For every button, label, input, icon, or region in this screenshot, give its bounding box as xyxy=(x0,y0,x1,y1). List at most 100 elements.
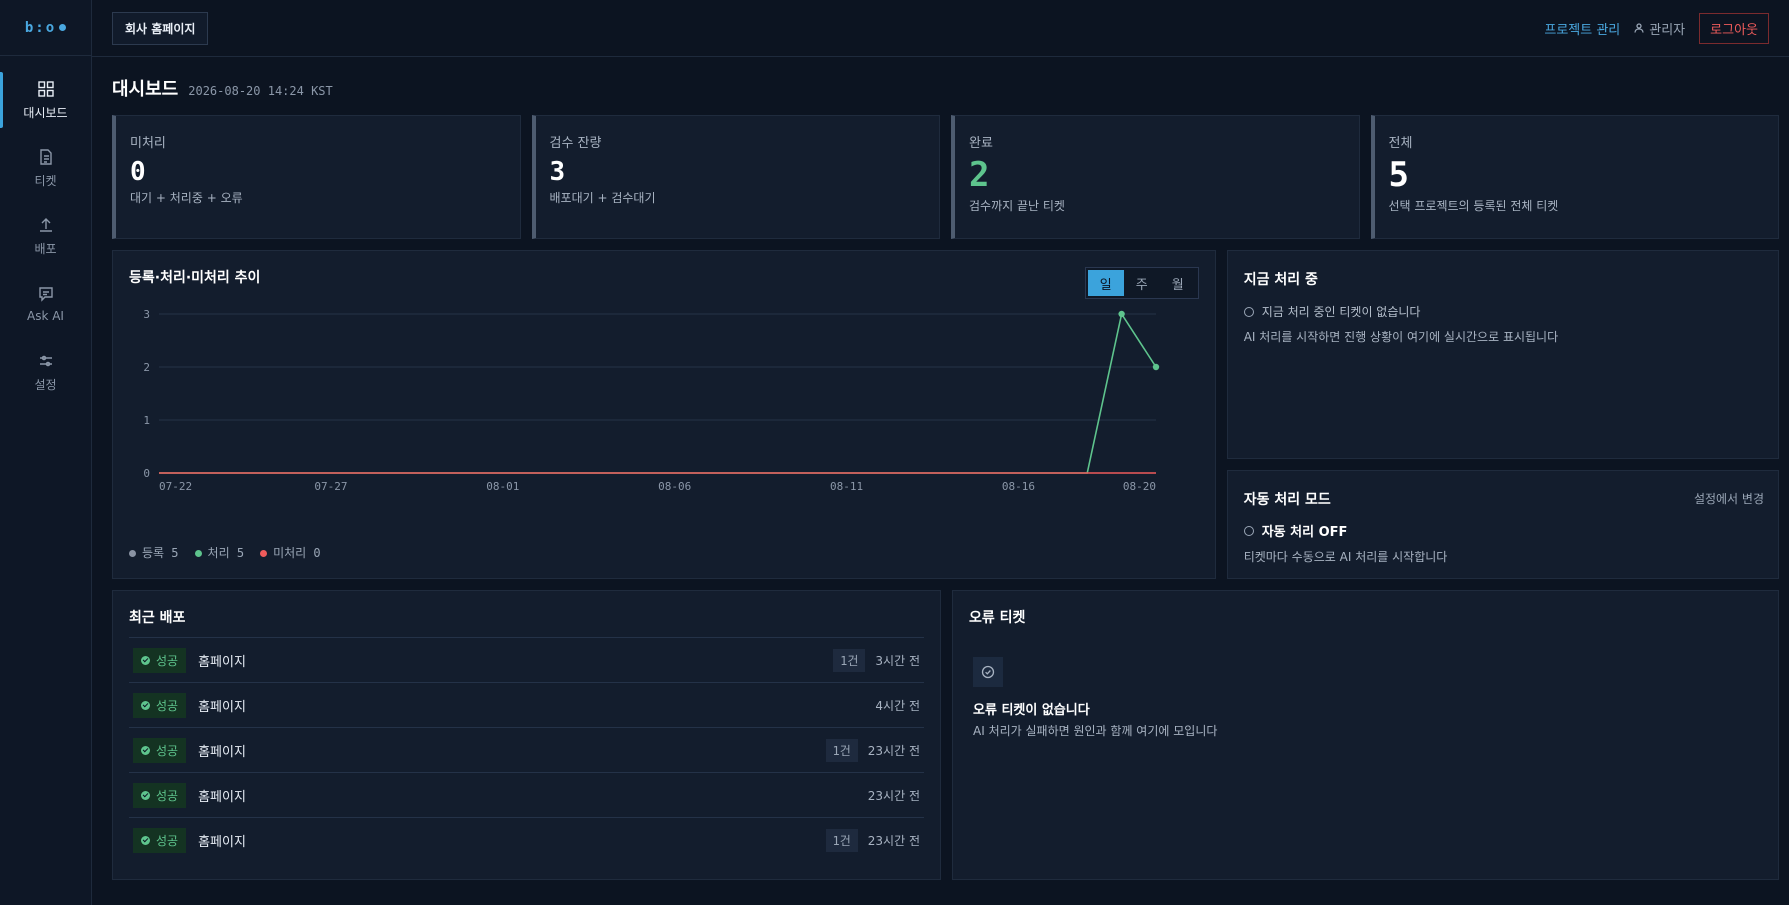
stat-value: 0 xyxy=(130,157,146,187)
deploy-time: 23시간 전 xyxy=(867,788,920,803)
deploy-meta: 23시간 전 xyxy=(868,787,920,804)
status-badge: 성공 xyxy=(133,782,187,808)
stat-card-done[interactable]: 완료 2 검수까지 끝난 티켓 xyxy=(951,115,1360,239)
deploy-name: 홈페이지 xyxy=(198,654,246,670)
deploy-time: 3시간 전 xyxy=(875,653,920,668)
x-tick-label: 07-27 xyxy=(314,480,347,493)
check-circle-icon xyxy=(973,657,1003,687)
stat-card-pending[interactable]: 미처리 0 대기 + 처리중 + 오류 xyxy=(112,115,521,239)
deploy-count-badge: 1건 xyxy=(825,738,858,762)
deploy-row[interactable]: 성공 홈페이지 23시간 전 xyxy=(129,772,924,817)
auto-mode-title: 자동 처리 모드 xyxy=(1243,492,1331,508)
check-icon xyxy=(141,655,150,665)
bottom-row: 최근 배포 성공 홈페이지 1건 3시간 전 성공 홈페이지 4시간 전 성공 홈페이지 1건 23… xyxy=(112,590,1779,880)
logout-button[interactable]: 로그아웃 xyxy=(1699,12,1769,44)
period-day-button[interactable]: 일 xyxy=(1087,270,1124,296)
deploy-row[interactable]: 성공 홈페이지 1건 23시간 전 xyxy=(129,817,924,862)
legend-dot xyxy=(260,550,268,557)
stat-sub: 대기 + 처리중 + 오류 xyxy=(130,191,243,205)
circle-icon xyxy=(1243,525,1254,536)
stat-card-review[interactable]: 검수 잔량 3 배포대기 + 검수대기 xyxy=(531,115,940,239)
chat-icon xyxy=(38,287,53,302)
document-icon xyxy=(39,148,52,165)
stat-card-total[interactable]: 전체 5 선택 프로젝트의 등록된 전체 티켓 xyxy=(1370,115,1779,239)
sidebar-item-label: 설정 xyxy=(34,377,57,392)
deploy-row[interactable]: 성공 홈페이지 4시간 전 xyxy=(129,682,924,727)
legend-dot xyxy=(129,550,136,557)
legend-label: 등록 5 xyxy=(142,546,179,560)
stat-label: 전체 xyxy=(1388,136,1413,151)
legend-label: 처리 5 xyxy=(207,546,245,560)
page-header: 대시보드 2026-08-20 14:24 KST xyxy=(112,75,1779,101)
deploy-row[interactable]: 성공 홈페이지 1건 23시간 전 xyxy=(129,727,924,772)
stat-value: 3 xyxy=(549,157,566,187)
y-tick-label: 2 xyxy=(143,361,150,374)
sidebar-item-dashboard[interactable]: 대시보드 xyxy=(0,66,91,134)
status-text: 성공 xyxy=(156,788,179,803)
user-name: 관리자 xyxy=(1649,22,1686,38)
stat-sub: 선택 프로젝트의 등록된 전체 티켓 xyxy=(1388,199,1559,213)
stat-label: 미처리 xyxy=(130,136,166,151)
error-tickets-title: 오류 티켓 xyxy=(969,610,1026,626)
page-title: 대시보드 xyxy=(112,79,179,100)
logo[interactable]: b:o xyxy=(0,0,91,56)
legend-label: 미처리 0 xyxy=(273,546,321,560)
sidebar-item-label: 배포 xyxy=(34,241,57,256)
manage-projects-link[interactable]: 프로젝트 관리 xyxy=(1544,19,1620,38)
legend-item-processed[interactable]: 처리 5 xyxy=(194,544,245,561)
upload-icon xyxy=(39,217,52,232)
x-tick-label: 08-16 xyxy=(1002,480,1035,493)
trend-chart: 0 1 2 3 07-22 07-27 08-01 08-06 08-11 08-16 08-20 xyxy=(143,308,1160,493)
period-week-button[interactable]: 주 xyxy=(1124,270,1160,296)
sidebar-item-label: 대시보드 xyxy=(23,105,68,120)
legend-dot xyxy=(194,550,202,557)
deploy-meta: 4시간 전 xyxy=(875,697,920,714)
y-tick-label: 3 xyxy=(143,308,150,321)
middle-row: 0 1 2 3 07-22 07-27 08-01 08-06 08-11 08-16 08-20 … xyxy=(112,250,1779,579)
deploy-meta: 1건 3시간 전 xyxy=(833,648,920,672)
user-menu[interactable]: 관리자 xyxy=(1634,19,1685,38)
status-badge: 성공 xyxy=(133,827,187,853)
logo-text: b:o xyxy=(24,19,57,36)
stat-sub: 검수까지 끝난 티켓 xyxy=(969,199,1065,213)
deploy-row[interactable]: 성공 홈페이지 1건 3시간 전 xyxy=(129,637,924,682)
recent-deploys-panel: 최근 배포 성공 홈페이지 1건 3시간 전 성공 홈페이지 4시간 전 성공 홈페이지 1건 23… xyxy=(112,590,941,880)
sidebar-item-ask-ai[interactable]: Ask AI xyxy=(0,270,91,338)
check-icon xyxy=(141,745,150,755)
y-tick-label: 1 xyxy=(143,414,150,427)
stats-row: 미처리 0 대기 + 처리중 + 오류 검수 잔량 3 배포대기 + 검수대기 … xyxy=(112,115,1779,239)
sidebar-item-settings[interactable]: 설정 xyxy=(0,338,91,406)
sidebar-item-deploy[interactable]: 배포 xyxy=(0,202,91,270)
period-toggle: 일 주 월 xyxy=(1084,267,1199,299)
status-text: 성공 xyxy=(156,698,179,713)
legend-item-registered[interactable]: 등록 5 xyxy=(129,544,179,561)
x-tick-label: 08-06 xyxy=(658,480,691,493)
x-tick-label: 08-11 xyxy=(830,480,863,493)
sidebar-item-tickets[interactable]: 티켓 xyxy=(0,134,91,202)
trend-chart-panel: 0 1 2 3 07-22 07-27 08-01 08-06 08-11 08-16 08-20 … xyxy=(112,250,1216,579)
check-icon xyxy=(141,790,150,800)
deploy-count-badge: 1건 xyxy=(825,828,858,852)
status-badge: 성공 xyxy=(133,692,187,718)
main-content: 대시보드 2026-08-20 14:24 KST 미처리 0 대기 + 처리중… xyxy=(112,57,1779,880)
auto-mode-status: 자동 처리 OFF xyxy=(1243,521,1762,540)
deploy-time: 4시간 전 xyxy=(875,698,920,713)
sidebar-item-label: 티켓 xyxy=(34,173,57,188)
processing-now-title: 지금 처리 중 xyxy=(1243,272,1318,288)
deploy-name: 홈페이지 xyxy=(198,834,246,850)
topbar-right: 프로젝트 관리 관리자 로그아웃 xyxy=(1544,12,1769,44)
error-tickets-panel: 오류 티켓 오류 티켓이 없습니다 AI 처리가 실패하면 원인과 함께 여기에… xyxy=(952,590,1779,880)
auto-mode-panel: 자동 처리 모드 설정에서 변경 자동 처리 OFF 티켓마다 수동으로 AI … xyxy=(1226,470,1779,579)
legend-item-unprocessed[interactable]: 미처리 0 xyxy=(260,544,321,561)
auto-mode-status-text: 자동 처리 OFF xyxy=(1261,525,1348,540)
processing-empty: 지금 처리 중인 티켓이 없습니다 xyxy=(1243,303,1762,320)
deploy-meta: 1건 23시간 전 xyxy=(825,828,920,852)
project-selector-button[interactable]: 회사 홈페이지 xyxy=(112,11,209,45)
check-icon xyxy=(141,835,150,845)
check-icon xyxy=(141,700,150,710)
status-text: 성공 xyxy=(156,833,179,848)
change-in-settings-link[interactable]: 설정에서 변경 xyxy=(1694,490,1764,507)
deploy-time: 23시간 전 xyxy=(867,833,920,848)
period-month-button[interactable]: 월 xyxy=(1160,270,1196,296)
data-point xyxy=(1118,310,1125,318)
